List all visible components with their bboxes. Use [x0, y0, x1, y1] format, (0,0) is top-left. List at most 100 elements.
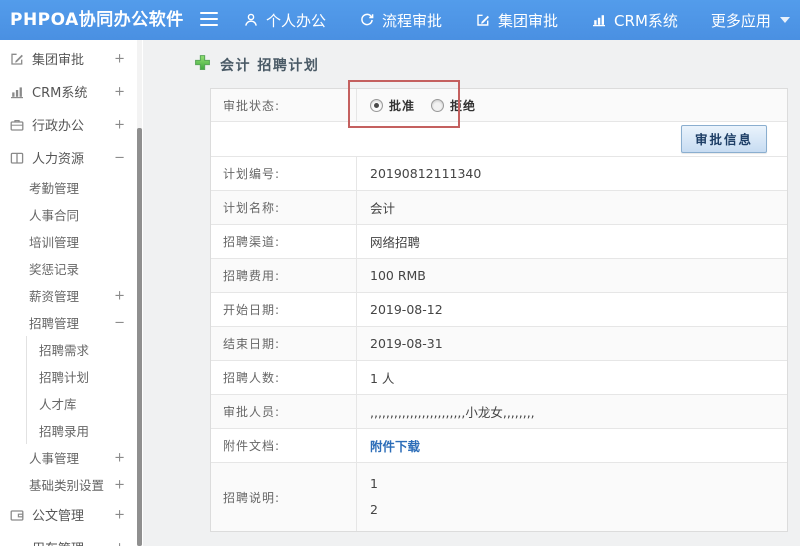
expand-toggle[interactable]: +	[114, 289, 125, 302]
nav-item-crm-system[interactable]: CRM系统	[591, 10, 678, 31]
refresh-icon	[359, 12, 375, 28]
radio-option-approve[interactable]: 批准	[370, 97, 415, 114]
main-content: 会计 招聘计划 审批状态: 批准 拒绝 审批信息 计划编号: 201908121…	[143, 40, 800, 546]
sidebar-item-recruit-hire[interactable]: 招聘录用	[27, 417, 143, 444]
sidebar-item-label: 培训管理	[29, 235, 80, 250]
radio-reject-unselected[interactable]	[431, 98, 445, 112]
radio-label: 批准	[389, 98, 416, 113]
sidebar-item-personnel-mgmt[interactable]: 人事管理 +	[0, 444, 143, 471]
expand-toggle[interactable]: +	[114, 478, 125, 491]
app-logo: PHPOA协同办公软件	[10, 10, 184, 30]
sidebar-scrollbar	[137, 40, 142, 546]
table-row-attachment: 附件文档: 附件下载	[211, 429, 787, 463]
collapse-toggle[interactable]: −	[114, 151, 125, 164]
sidebar-item-vehicle-mgmt[interactable]: 用车管理 +	[0, 531, 143, 546]
nav-label: CRM系统	[614, 11, 678, 30]
recruit-submenu: 招聘需求 招聘计划 人才库 招聘录用	[26, 336, 143, 444]
sidebar-item-label: 行政办公	[32, 119, 85, 134]
sidebar-item-recruit-mgmt[interactable]: 招聘管理 −	[0, 309, 143, 336]
table-row-recruit-channel: 招聘渠道: 网络招聘	[211, 225, 787, 259]
app-window: PHPOA协同办公软件 个人办公 流程审批 集团审批 CRM系统 更多应用 集团…	[0, 0, 800, 546]
sidebar-item-crm-system[interactable]: CRM系统 +	[0, 75, 143, 108]
edit-icon	[9, 51, 25, 67]
field-value: ,,,,,,,,,,,,,,,,,,,,,,,,小龙女,,,,,,,,	[370, 405, 535, 420]
sidebar-scrollbar-thumb[interactable]	[137, 128, 142, 546]
approval-options: 批准 拒绝	[357, 89, 787, 121]
sidebar-item-talent-pool[interactable]: 人才库	[27, 390, 143, 417]
sidebar-item-group-approval[interactable]: 集团审批 +	[0, 42, 143, 75]
approve-info-button[interactable]: 审批信息	[680, 125, 767, 153]
sidebar-item-human-resources[interactable]: 人力资源 −	[0, 141, 143, 174]
sidebar-item-training-mgmt[interactable]: 培训管理	[0, 228, 143, 255]
field-value: 20190812111340	[370, 166, 482, 181]
bar-chart-icon	[591, 12, 607, 28]
nav-label: 流程审批	[382, 11, 443, 30]
caret-down-icon	[779, 17, 790, 23]
expand-toggle[interactable]: +	[114, 508, 125, 521]
field-label: 开始日期:	[211, 293, 357, 326]
sidebar-item-label: 人事管理	[29, 451, 80, 466]
sidebar-item-label: 用车管理	[32, 538, 84, 546]
expand-toggle[interactable]: +	[114, 85, 125, 98]
sidebar-item-admin-office[interactable]: 行政办公 +	[0, 108, 143, 141]
field-value: 会计	[370, 201, 396, 216]
nav-item-process-approval[interactable]: 流程审批	[359, 10, 442, 31]
field-value: 2019-08-12	[370, 302, 443, 317]
sidebar-item-label: 基础类别设置	[29, 478, 105, 493]
sidebar-item-base-category[interactable]: 基础类别设置 +	[0, 471, 143, 498]
hamburger-menu-icon[interactable]	[200, 12, 218, 28]
field-value: 100 RMB	[370, 268, 426, 283]
field-label: 审批人员:	[211, 395, 357, 428]
sidebar-item-label: 集团审批	[32, 53, 85, 68]
edit-icon	[475, 12, 491, 28]
sidebar-item-hr-contract[interactable]: 人事合同	[0, 201, 143, 228]
sidebar-item-document-mgmt[interactable]: 公文管理 +	[0, 498, 143, 531]
table-row-headcount: 招聘人数: 1 人	[211, 361, 787, 395]
sidebar-item-label: 招聘计划	[39, 370, 90, 385]
page-title: 会计 招聘计划	[220, 57, 320, 74]
expand-toggle[interactable]: +	[114, 118, 125, 131]
table-row-end-date: 结束日期: 2019-08-31	[211, 327, 787, 361]
table-row-plan-number: 计划编号: 20190812111340	[211, 157, 787, 191]
attachment-download-link[interactable]: 附件下载	[370, 436, 420, 455]
table-row-recruit-cost: 招聘费用: 100 RMB	[211, 259, 787, 293]
sidebar-item-label: 公文管理	[32, 509, 85, 524]
collapse-toggle[interactable]: −	[114, 316, 125, 329]
field-label: 审批状态:	[211, 89, 357, 121]
sidebar-item-attendance-mgmt[interactable]: 考勤管理	[0, 174, 143, 201]
radio-option-reject[interactable]: 拒绝	[431, 97, 476, 114]
nav-item-group-approval[interactable]: 集团审批	[475, 10, 558, 31]
sidebar-item-label: 招聘录用	[39, 424, 90, 439]
sidebar-item-reward-punish[interactable]: 奖惩记录	[0, 255, 143, 282]
nav-item-more-apps[interactable]: 更多应用	[711, 10, 790, 31]
field-value: 网络招聘	[370, 235, 421, 250]
table-row-button: 审批信息	[211, 122, 787, 157]
field-label: 计划名称:	[211, 191, 357, 224]
field-label: 计划编号:	[211, 157, 357, 190]
sidebar-item-label: 人力资源	[32, 152, 85, 167]
table-row-description: 招聘说明: 1 2	[211, 463, 787, 531]
top-nav: 个人办公 流程审批 集团审批 CRM系统 更多应用	[243, 0, 790, 40]
expand-toggle[interactable]: +	[114, 52, 125, 65]
person-icon	[243, 12, 259, 28]
topbar: PHPOA协同办公软件 个人办公 流程审批 集团审批 CRM系统 更多应用	[0, 0, 800, 40]
radio-label: 拒绝	[450, 98, 477, 113]
expand-toggle[interactable]: +	[114, 451, 125, 464]
radio-approve-selected[interactable]	[370, 98, 383, 112]
field-value: 1 2	[370, 476, 378, 517]
sidebar-item-salary-mgmt[interactable]: 薪资管理 +	[0, 282, 143, 309]
bar-chart-icon	[9, 84, 25, 100]
sidebar-item-recruit-plan[interactable]: 招聘计划	[27, 363, 143, 390]
sidebar-item-recruit-demand[interactable]: 招聘需求	[27, 336, 143, 363]
sidebar-item-label: 考勤管理	[29, 181, 80, 196]
field-value: 1 人	[370, 371, 395, 386]
field-label: 附件文档:	[211, 429, 357, 462]
expand-toggle[interactable]: +	[114, 541, 125, 546]
nav-label: 更多应用	[710, 11, 771, 30]
add-plus-icon	[194, 54, 211, 75]
page-header: 会计 招聘计划	[194, 54, 319, 75]
nav-item-personal-office[interactable]: 个人办公	[243, 10, 326, 31]
table-row-start-date: 开始日期: 2019-08-12	[211, 293, 787, 327]
field-label: 招聘费用:	[211, 259, 357, 292]
book-icon	[9, 150, 25, 166]
